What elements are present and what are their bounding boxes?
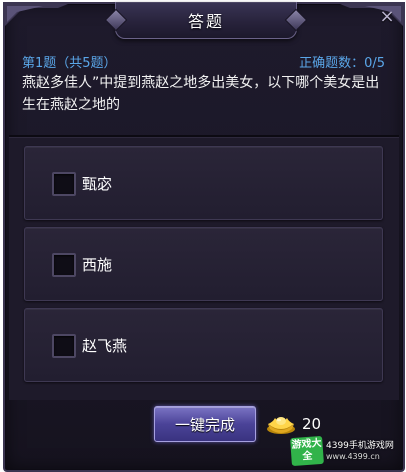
option-3[interactable]: 赵飞燕 xyxy=(24,308,383,382)
corner-ornament-left xyxy=(3,2,73,28)
options-area: 甄宓 西施 赵飞燕 xyxy=(9,138,399,400)
watermark-site-name: 4399手机游戏网 xyxy=(326,441,394,451)
question-header: 第1题（共5题） 正确题数：0/5 xyxy=(22,52,385,71)
site-watermark: 游戏大全 4399手机游戏网 www.4399.cn xyxy=(290,435,401,467)
option-label: 西施 xyxy=(82,256,113,274)
close-icon[interactable]: × xyxy=(377,6,397,27)
option-checkbox[interactable] xyxy=(52,172,76,196)
cost-value: 20 xyxy=(302,415,322,433)
watermark-badge: 游戏大全 xyxy=(290,435,324,467)
quiz-dialog: 答题 × 第1题（共5题） 正确题数：0/5 燕赵多佳人”中提到燕赵之地多出美女… xyxy=(3,2,405,472)
watermark-url: www.4399.cn xyxy=(326,452,380,461)
title-ornament-right xyxy=(284,8,308,32)
option-checkbox[interactable] xyxy=(52,253,76,277)
title-tab: 答题 xyxy=(104,2,308,39)
dialog-title: 答题 xyxy=(187,12,224,31)
option-label: 赵飞燕 xyxy=(82,337,128,355)
gold-ingot-icon xyxy=(267,417,295,434)
option-2[interactable]: 西施 xyxy=(24,227,383,301)
option-label: 甄宓 xyxy=(82,175,113,193)
option-1[interactable]: 甄宓 xyxy=(24,146,383,220)
correct-count: 正确题数：0/5 xyxy=(299,56,385,71)
option-checkbox[interactable] xyxy=(52,334,76,358)
cost-display: 20 xyxy=(265,412,321,436)
question-index: 第1题（共5题） xyxy=(22,56,117,71)
question-text: 燕赵多佳人”中提到燕赵之地多出美女，以下哪个美女是出生在燕赵之地的 xyxy=(22,75,380,113)
complete-all-button[interactable]: 一键完成 xyxy=(154,406,256,442)
title-ornament-left xyxy=(104,8,128,32)
